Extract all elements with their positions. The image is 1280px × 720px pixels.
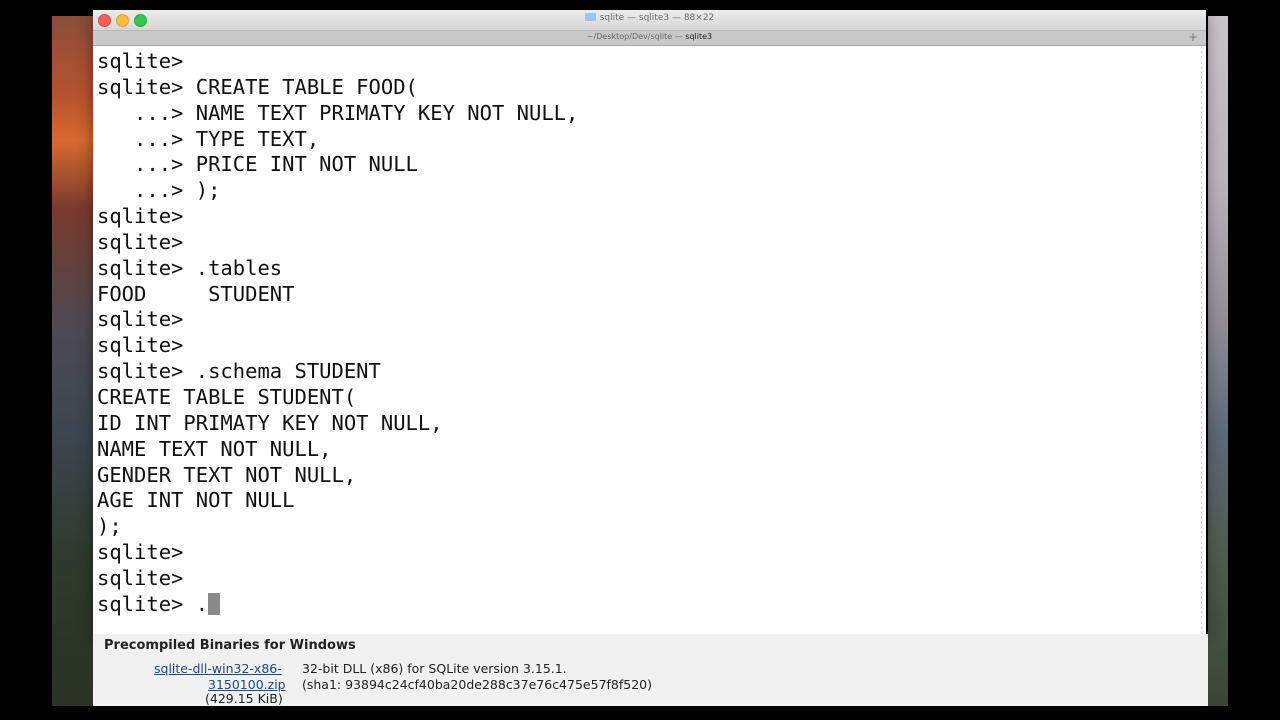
- terminal-line: AGE INT NOT NULL: [97, 488, 295, 513]
- terminal-line: sqlite>: [97, 540, 184, 565]
- sha1-hash: (sha1: 93894c24cf40ba20de288c37e76c475e5…: [302, 677, 653, 692]
- terminal-line: sqlite>: [97, 333, 184, 358]
- download-link-line2[interactable]: 3150100.zip: [208, 677, 286, 692]
- new-tab-button[interactable]: +: [1186, 31, 1200, 44]
- desktop-wallpaper-right: [1208, 16, 1228, 706]
- terminal-line: sqlite>: [97, 565, 184, 590]
- desktop-wallpaper-left: [52, 16, 94, 706]
- terminal-line: FOOD STUDENT: [97, 281, 295, 306]
- terminal-line: ...> );: [97, 178, 221, 203]
- window-title-container: sqlite — sqlite3 — 88×22: [93, 13, 1206, 23]
- terminal-line: CREATE TABLE STUDENT(: [97, 384, 357, 409]
- browser-page: Precompiled Binaries for Windows sqlite-…: [93, 634, 1208, 706]
- terminal-line: sqlite> CREATE TABLE FOOD(: [97, 74, 418, 99]
- terminal-line: ...> TYPE TEXT,: [97, 126, 320, 151]
- tab-sqlite3[interactable]: ~/Desktop/Dev/sqlite — sqlite3: [93, 32, 1206, 41]
- file-size: (429.15 KiB): [205, 691, 283, 706]
- terminal-line: ...> PRICE INT NOT NULL: [97, 152, 418, 177]
- tab-label: sqlite3: [685, 32, 713, 41]
- scrollbar-track[interactable]: [1201, 46, 1206, 634]
- terminal-line: sqlite>: [97, 204, 184, 229]
- terminal-line: sqlite>: [97, 229, 184, 254]
- terminal-line: sqlite> .schema STUDENT: [97, 359, 381, 384]
- terminal-window: sqlite — sqlite3 — 88×22 ~/Desktop/Dev/s…: [93, 10, 1206, 634]
- tab-bar: ~/Desktop/Dev/sqlite — sqlite3 +: [93, 31, 1206, 46]
- folder-icon: [584, 13, 596, 21]
- terminal-line: sqlite>: [97, 307, 184, 332]
- terminal-line: GENDER TEXT NOT NULL,: [97, 462, 357, 487]
- terminal-line: sqlite>: [97, 49, 184, 73]
- terminal-lines: sqlite> sqlite> CREATE TABLE FOOD( ...> N…: [97, 49, 578, 618]
- terminal-line: NAME TEXT NOT NULL,: [97, 436, 332, 461]
- terminal-input-line[interactable]: sqlite> .: [97, 592, 578, 618]
- download-link-line1[interactable]: sqlite-dll-win32-x86-: [154, 661, 282, 676]
- text-cursor: [208, 592, 221, 615]
- terminal-line: );: [97, 514, 122, 539]
- terminal-line: sqlite> .tables: [97, 255, 283, 280]
- window-title: sqlite — sqlite3 — 88×22: [599, 13, 715, 23]
- terminal-input-text: sqlite> .: [97, 591, 209, 616]
- terminal-line: ...> NAME TEXT PRIMATY KEY NOT NULL,: [97, 100, 579, 125]
- tab-path-prefix: ~/Desktop/Dev/sqlite —: [586, 32, 686, 41]
- title-bar[interactable]: sqlite — sqlite3 — 88×22: [93, 10, 1206, 31]
- terminal-output[interactable]: sqlite> sqlite> CREATE TABLE FOOD( ...> N…: [93, 46, 1201, 634]
- download-description: 32-bit DLL (x86) for SQLite version 3.15…: [302, 661, 567, 676]
- section-heading: Precompiled Binaries for Windows: [104, 638, 356, 653]
- terminal-line: ID INT PRIMATY KEY NOT NULL,: [97, 410, 443, 435]
